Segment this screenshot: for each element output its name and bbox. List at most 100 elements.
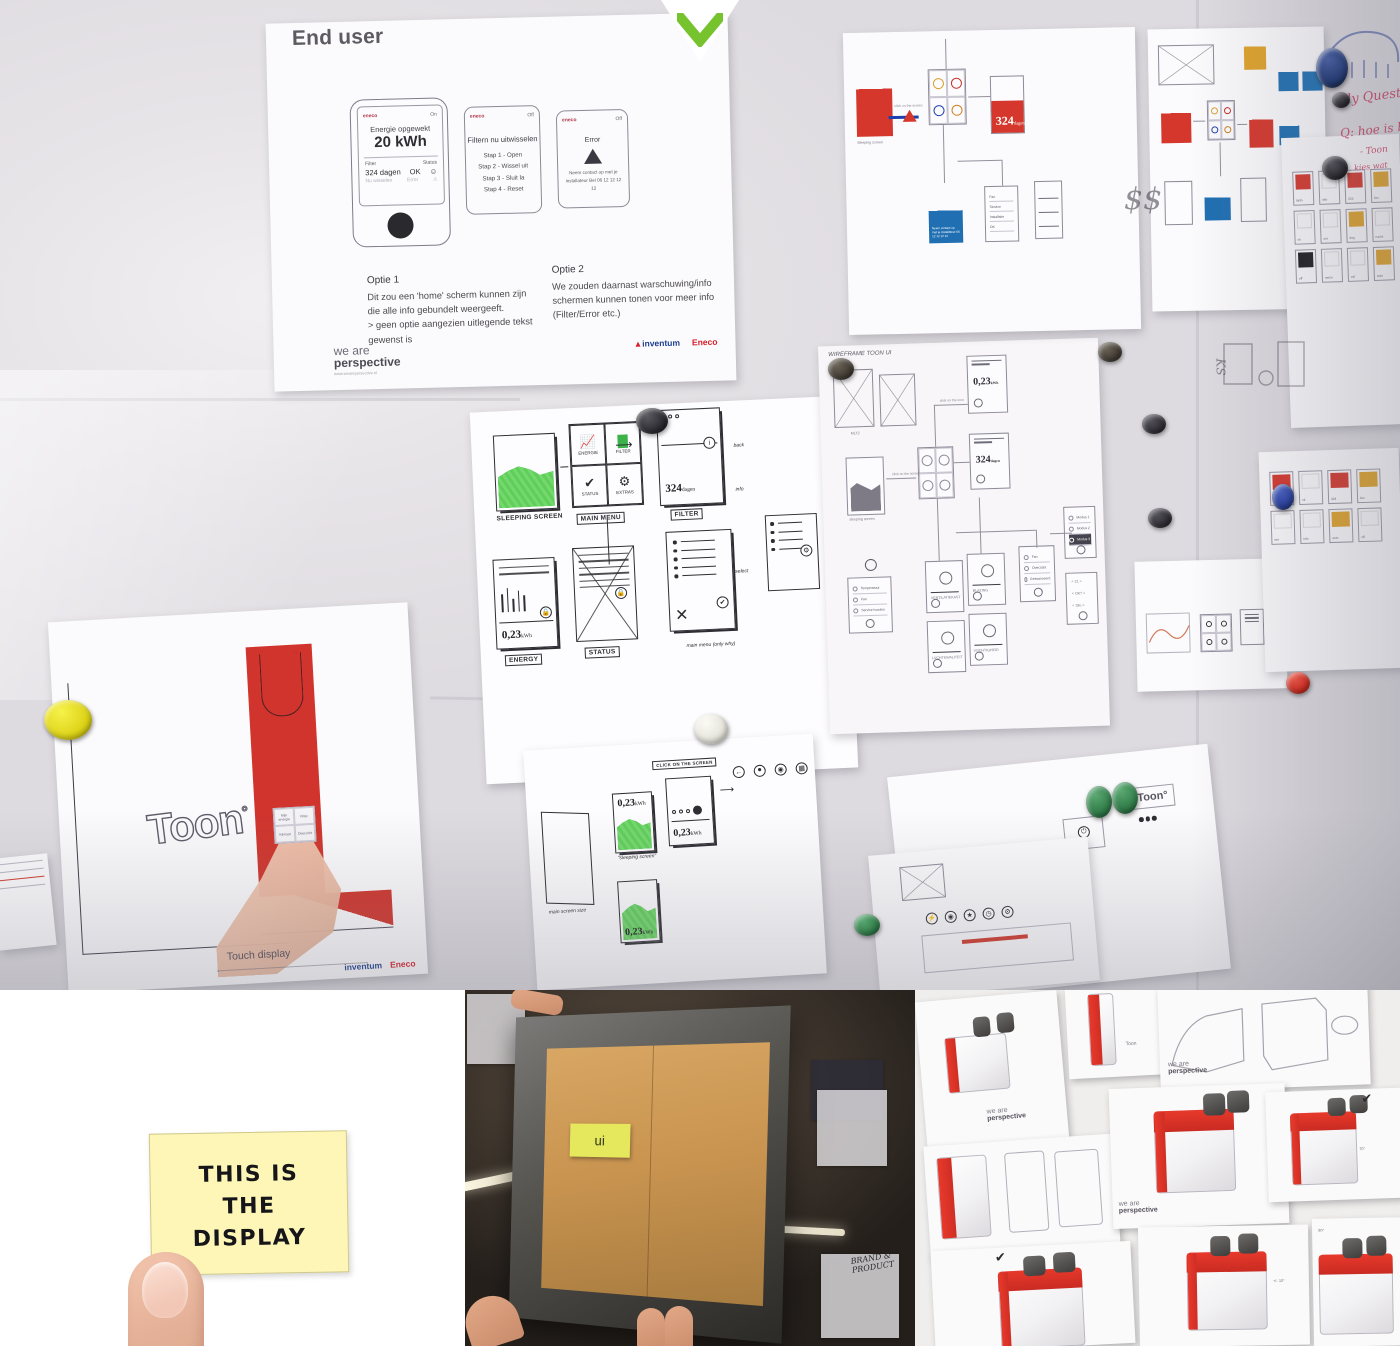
annotation-main-menu: main menu (only why) [686,640,736,650]
energy-value-wireframe: 0,23kWh [966,354,1009,414]
connector-label: click on the screen [891,471,921,477]
tile-extras: ⚙ EXTRAS [606,462,644,506]
sketch-sheet: ✔ [930,1240,1136,1346]
gear-icon: ⚙ [618,472,631,489]
pad-button-overview[interactable]: Overzicht [294,823,316,842]
flow-connector [955,529,1036,534]
flow-connector [1001,159,1004,186]
value-dial-icon [980,564,995,578]
flow-connector [1237,123,1248,126]
ui-sticky-note: ui [569,1123,631,1158]
energy-value: 0,23kWh [624,926,654,939]
on-off-indicator: Off [615,115,623,122]
filter-icon: ◉ [774,763,788,776]
sketch-screen-dimensions [540,811,595,905]
device-render-iso [1318,1253,1394,1335]
status-label: STATUS [584,646,620,659]
chart-rows [498,565,550,580]
device-red-spine [1187,1253,1198,1330]
poster-card-grid-right-2[interactable]: kWh ok 324 fan set info auto off [1258,447,1400,673]
sheet-sleeping-screen-sketches[interactable]: main screen size CLICK ON THE SCREEN 0,2… [523,733,827,990]
device-nozzle [996,1011,1015,1034]
magnet-black [1148,508,1172,528]
thumbnail [142,1262,188,1318]
mini-card: info [1299,509,1325,544]
menu-tile-clock [929,96,948,125]
sketch-sheet: we are perspective [1157,990,1371,1092]
eneco-logo: Eneco [691,336,718,348]
sticky-line-3: DISPLAY [192,1224,307,1252]
pad-button-climate[interactable]: Klimaat [274,824,296,843]
value-dial-icon [939,571,953,585]
pad-button-filter[interactable]: Filter [293,806,315,825]
filter-days-value: 324dagen [995,113,1025,128]
magnet-blue [1272,484,1294,510]
poster-colour-flow[interactable]: Sleeping screen 324dagen Neem contact op… [842,26,1142,336]
option-2-block: Optie 2 We zouden daarnast warschuwing/i… [552,259,718,323]
card-grid: kWh info 324 fan ok set dag nacht off me… [1292,168,1396,284]
annotation-screen-size: main screen size [548,907,587,916]
studio-logo: we are perspective [1118,1200,1158,1215]
home-button[interactable] [387,212,414,239]
poster-wireframe-grid-bottom[interactable]: ⚡ ◉ ★ ◷ ⚙ [868,836,1100,990]
device-nozzle [1022,1255,1046,1277]
client-logo-row: inventum Eneco [344,958,416,972]
option-1-block: Optie 1 Dit zou een 'home' scherm kunnen… [367,269,539,347]
menu-tile [1221,120,1235,140]
cardboard-front-panel [541,1042,771,1307]
sheet-wireframe-sketches[interactable]: SLEEPING SCREEN 📈 ENERGIE ▇ FILTER ✔ STATUS… [469,395,859,785]
list-item: OK [989,221,1015,233]
mini-card: off [1294,248,1318,284]
magnet-black [636,408,668,434]
filter-days-wireframe: 324dagen [968,432,1011,490]
status-table: Filter Status 324 dagen OK ☺ Nu wisselen… [365,160,438,186]
pad-button-energy[interactable]: Mijn energie [273,807,295,826]
wireframe-placeholder [878,373,917,427]
eneco-brand-mark: eneco [561,116,577,123]
annotation-select: select [735,568,749,575]
wireframe-placeholder [1157,44,1215,86]
device-red-spine [945,1038,960,1093]
chevron-down-icon[interactable] [677,13,723,47]
device-nozzle [972,1016,992,1038]
poster-end-user[interactable]: End user eneco On Energie opgewekt 20 kW… [265,12,737,392]
magnet-green [1086,786,1112,818]
poster-wireframe-flow[interactable]: WIREFRAME TOON UI MLT2 sleeping screen 0… [817,337,1111,735]
wall-poster [817,1090,887,1166]
whiteboard-doodle-icon [1223,341,1305,387]
reference-card-left[interactable] [0,853,57,951]
scroll-indicator[interactable] [661,0,739,62]
device-render-iso [1289,1111,1359,1186]
bottom-photo-row: THIS IS THE DISPLAY BRAND & PRODUCT ui w… [0,990,1400,1346]
list-icon [1205,638,1212,646]
device-nozzle [1342,1238,1363,1259]
clock-icon [1211,126,1219,134]
touch-button-grid[interactable]: Mijn energie Filter Klimaat Overzicht [272,805,317,845]
sketch-main-menu: 📈 ENERGIE ▇ FILTER ✔ STATUS ⚙ EXTRAS [568,420,645,509]
on-off-indicator: Off [527,111,534,118]
wifi-icon [1205,620,1212,628]
filter-icon: ◉ [944,910,958,924]
on-off-indicator: On [430,111,437,118]
wireframe-header [973,437,1004,446]
error-contact-card: Neem contact op met je installateur 06 1… [928,182,964,244]
filter-steps-heading: Filtern nu uitwisselen [467,134,538,145]
main-menu-wireframe [917,446,955,500]
flow-connector [933,404,937,447]
energy-value: 0,23kWh [672,827,702,840]
filter-days-card [1248,107,1274,148]
status-error-value: Error [407,177,419,184]
poster-toon-touch-display[interactable]: Toon° Mijn energie Filter Klimaat Overzi… [47,602,429,990]
cardboard-prototype-photo: BRAND & PRODUCT ui [465,990,915,1346]
poster-title: End user [291,24,384,51]
device-red-spine [937,1157,958,1239]
stepper-value: < OK? > [1071,591,1086,596]
wireframe-header [1244,613,1259,625]
connector-label: click on the icon [939,397,964,403]
inventum-logo: ▲inventum [633,337,681,349]
magnet-black [1332,92,1350,108]
list-screen-wireframe: Temperatuur Fan Service houden [847,576,893,634]
menu-tile [936,472,954,498]
filter-days-value: 324dagen [975,454,1000,466]
list-item: Overzicht [1023,562,1051,575]
